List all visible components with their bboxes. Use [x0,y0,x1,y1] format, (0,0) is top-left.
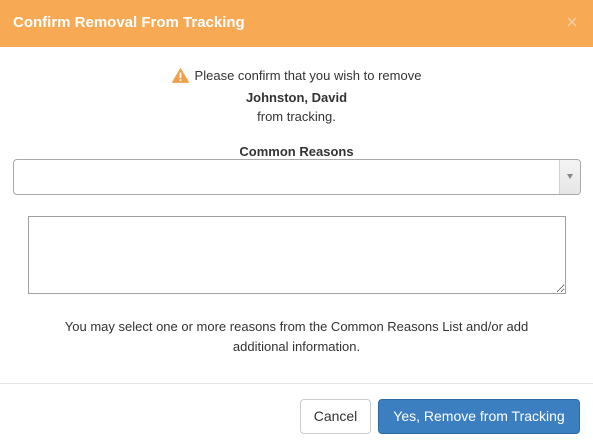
confirm-remove-button[interactable]: Yes, Remove from Tracking [378,399,580,434]
additional-info-textarea[interactable] [28,216,566,294]
close-icon[interactable]: × [565,12,579,32]
confirmation-message: Please confirm that you wish to remove J… [0,66,593,126]
common-reasons-select[interactable] [13,159,581,195]
common-reasons-label: Common Reasons [239,144,354,159]
help-text: You may select one or more reasons from … [64,319,529,354]
confirmation-text: Please confirm that you wish to remove [194,68,422,83]
dropdown-toggle[interactable] [559,160,580,194]
footer-divider [0,383,593,384]
person-name: Johnston, David [245,90,348,105]
confirm-removal-dialog: Confirm Removal From Tracking × Please c… [0,0,593,448]
confirmation-suffix: from tracking. [257,109,336,124]
cancel-button[interactable]: Cancel [300,399,371,434]
chevron-down-icon [567,174,573,179]
dialog-header: Confirm Removal From Tracking × [0,0,593,47]
warning-icon [171,68,189,83]
confirmation-line: Please confirm that you wish to remove [171,66,422,85]
dialog-title: Confirm Removal From Tracking [13,14,245,31]
